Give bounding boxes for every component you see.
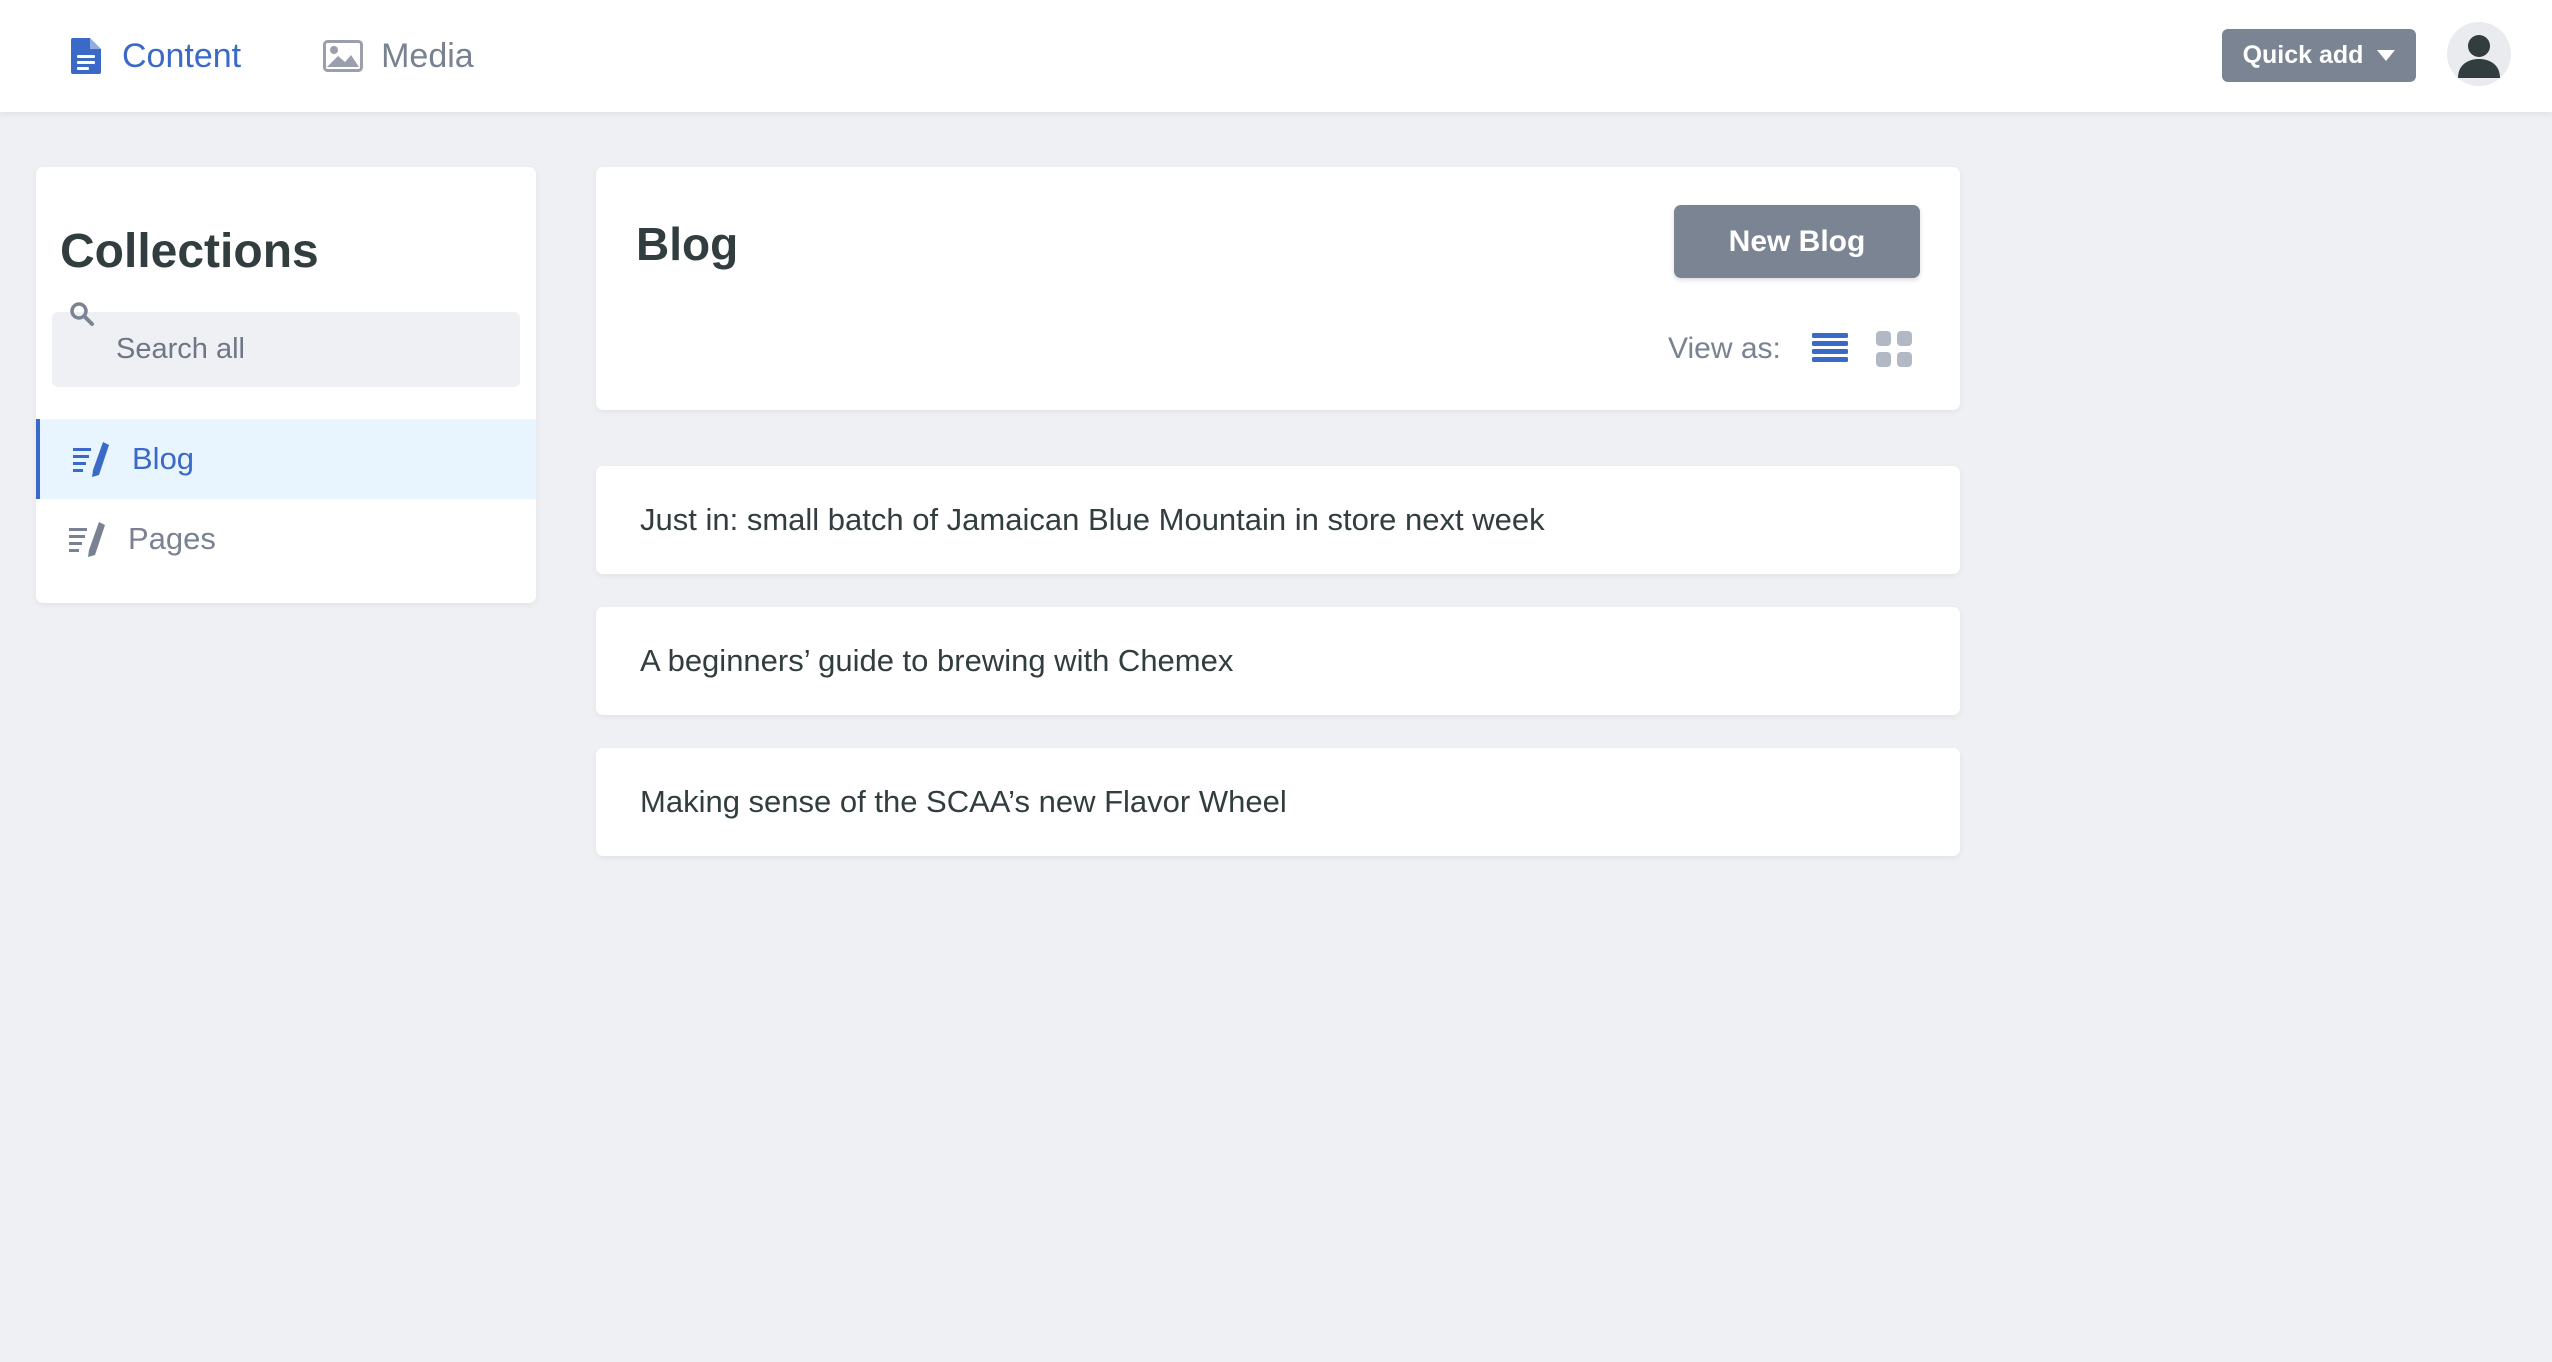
entry-title: Making sense of the SCAA’s new Flavor Wh…: [640, 784, 1287, 819]
top-nav: Content Media: [68, 0, 556, 112]
search-icon: [68, 300, 98, 330]
list-view-icon[interactable]: [1812, 331, 1848, 367]
quick-add-label: Quick add: [2242, 41, 2364, 69]
grid-view-icon[interactable]: [1876, 331, 1912, 367]
nav-content-label: Content: [122, 36, 242, 75]
entry-title: A beginners’ guide to brewing with Cheme…: [640, 643, 1234, 678]
sidebar-item-label: Pages: [128, 521, 216, 556]
search-input[interactable]: [52, 312, 520, 387]
write-icon: [68, 519, 108, 559]
list-item[interactable]: Just in: small batch of Jamaican Blue Mo…: [596, 466, 1960, 574]
user-avatar-icon[interactable]: [2447, 22, 2511, 86]
write-icon: [72, 439, 112, 479]
sidebar-title: Collections: [60, 225, 319, 278]
new-entry-button[interactable]: New Blog: [1674, 205, 1920, 278]
sidebar-item-label: Blog: [132, 441, 195, 476]
nav-media-label: Media: [381, 36, 474, 75]
entry-title: Just in: small batch of Jamaican Blue Mo…: [640, 502, 1545, 537]
search-box: [52, 312, 520, 387]
nav-media-link[interactable]: Media: [323, 0, 474, 112]
view-as-label: View as:: [1668, 332, 1781, 365]
page-title: Blog: [636, 218, 739, 270]
top-bar: Content Media Quick add: [0, 0, 2552, 112]
nav-content-link[interactable]: Content: [68, 0, 241, 112]
sidebar-item-pages[interactable]: Pages: [36, 499, 536, 579]
list-item[interactable]: A beginners’ guide to brewing with Cheme…: [596, 607, 1960, 715]
list-item[interactable]: Making sense of the SCAA’s new Flavor Wh…: [596, 748, 1960, 856]
collection-header: Blog New Blog View as:: [596, 167, 1960, 410]
sidebar-item-blog[interactable]: Blog: [36, 419, 536, 499]
document-icon: [68, 38, 104, 74]
quick-add-button[interactable]: Quick add: [2222, 29, 2416, 82]
chevron-down-icon: [2377, 50, 2396, 61]
collections-sidebar: Collections Blog: [36, 167, 536, 603]
image-icon: [323, 38, 364, 74]
